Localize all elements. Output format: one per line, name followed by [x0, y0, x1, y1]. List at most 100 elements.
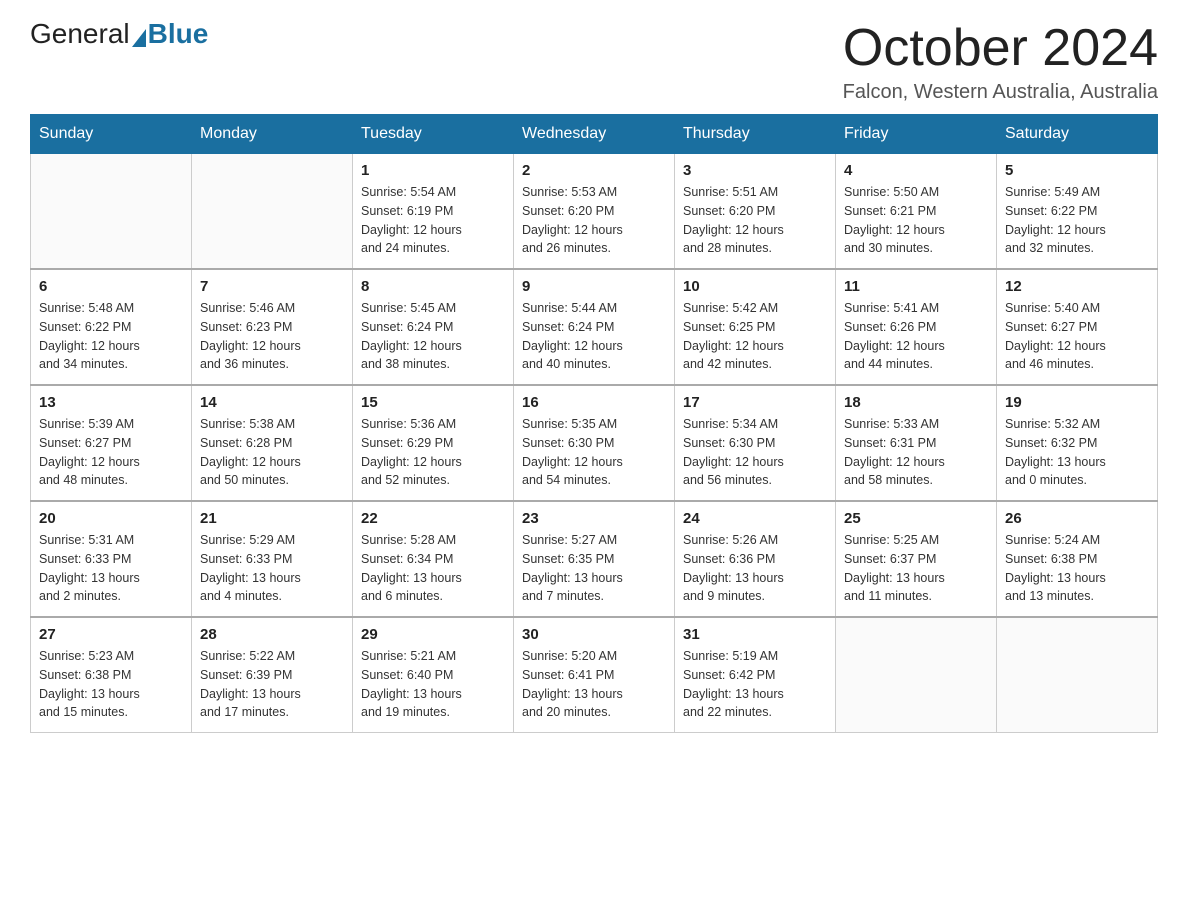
day-number: 2	[522, 162, 666, 179]
subtitle: Falcon, Western Australia, Australia	[843, 81, 1158, 104]
day-info: Sunrise: 5:40 AMSunset: 6:27 PMDaylight:…	[1005, 299, 1149, 374]
calendar-cell: 31Sunrise: 5:19 AMSunset: 6:42 PMDayligh…	[675, 617, 836, 733]
day-info: Sunrise: 5:31 AMSunset: 6:33 PMDaylight:…	[39, 531, 183, 606]
week-row-3: 13Sunrise: 5:39 AMSunset: 6:27 PMDayligh…	[31, 385, 1158, 501]
calendar-header-saturday: Saturday	[997, 115, 1158, 154]
day-number: 15	[361, 394, 505, 411]
day-info: Sunrise: 5:22 AMSunset: 6:39 PMDaylight:…	[200, 647, 344, 722]
calendar-header-tuesday: Tuesday	[353, 115, 514, 154]
day-number: 6	[39, 278, 183, 295]
day-number: 1	[361, 162, 505, 179]
week-row-2: 6 Sunrise: 5:48 AMSunset: 6:22 PMDaylight…	[31, 269, 1158, 385]
calendar-cell: 1Sunrise: 5:54 AMSunset: 6:19 PMDaylight…	[353, 154, 514, 270]
calendar-cell: 10Sunrise: 5:42 AMSunset: 6:25 PMDayligh…	[675, 269, 836, 385]
calendar-cell: 7Sunrise: 5:46 AMSunset: 6:23 PMDaylight…	[192, 269, 353, 385]
day-number: 20	[39, 510, 183, 527]
calendar-cell: 13Sunrise: 5:39 AMSunset: 6:27 PMDayligh…	[31, 385, 192, 501]
calendar-cell: 27 Sunrise: 5:23 AMSunset: 6:38 PMDayligh…	[31, 617, 192, 733]
week-row-5: 27 Sunrise: 5:23 AMSunset: 6:38 PMDayligh…	[31, 617, 1158, 733]
calendar-header-monday: Monday	[192, 115, 353, 154]
day-info: Sunrise: 5:29 AMSunset: 6:33 PMDaylight:…	[200, 531, 344, 606]
calendar-cell: 14 Sunrise: 5:38 AMSunset: 6:28 PMDayligh…	[192, 385, 353, 501]
day-number: 9	[522, 278, 666, 295]
calendar-cell: 9Sunrise: 5:44 AMSunset: 6:24 PMDaylight…	[514, 269, 675, 385]
day-number: 23	[522, 510, 666, 527]
calendar-cell: 22 Sunrise: 5:28 AMSunset: 6:34 PMDayligh…	[353, 501, 514, 617]
day-info: Sunrise: 5:45 AMSunset: 6:24 PMDaylight:…	[361, 299, 505, 374]
calendar-cell: 17 Sunrise: 5:34 AMSunset: 6:30 PMDayligh…	[675, 385, 836, 501]
day-info: Sunrise: 5:48 AMSunset: 6:22 PMDaylight:…	[39, 299, 183, 374]
day-info: Sunrise: 5:50 AMSunset: 6:21 PMDaylight:…	[844, 183, 988, 258]
calendar-cell: 3Sunrise: 5:51 AMSunset: 6:20 PMDaylight…	[675, 154, 836, 270]
day-info: Sunrise: 5:25 AMSunset: 6:37 PMDaylight:…	[844, 531, 988, 606]
day-info: Sunrise: 5:27 AMSunset: 6:35 PMDaylight:…	[522, 531, 666, 606]
day-info: Sunrise: 5:51 AMSunset: 6:20 PMDaylight:…	[683, 183, 827, 258]
calendar-cell	[997, 617, 1158, 733]
day-number: 7	[200, 278, 344, 295]
day-number: 12	[1005, 278, 1149, 295]
day-info: Sunrise: 5:34 AMSunset: 6:30 PMDaylight:…	[683, 415, 827, 490]
header: General Blue October 2024 Falcon, Wester…	[30, 20, 1158, 104]
day-info: Sunrise: 5:26 AMSunset: 6:36 PMDaylight:…	[683, 531, 827, 606]
calendar-header-row: SundayMondayTuesdayWednesdayThursdayFrid…	[31, 115, 1158, 154]
calendar-cell: 28 Sunrise: 5:22 AMSunset: 6:39 PMDayligh…	[192, 617, 353, 733]
day-number: 17	[683, 394, 827, 411]
calendar-cell: 19Sunrise: 5:32 AMSunset: 6:32 PMDayligh…	[997, 385, 1158, 501]
day-info: Sunrise: 5:21 AMSunset: 6:40 PMDaylight:…	[361, 647, 505, 722]
day-info: Sunrise: 5:36 AMSunset: 6:29 PMDaylight:…	[361, 415, 505, 490]
page-title: October 2024	[843, 20, 1158, 77]
calendar-cell	[836, 617, 997, 733]
calendar-cell: 6 Sunrise: 5:48 AMSunset: 6:22 PMDaylight…	[31, 269, 192, 385]
day-info: Sunrise: 5:28 AMSunset: 6:34 PMDaylight:…	[361, 531, 505, 606]
day-info: Sunrise: 5:42 AMSunset: 6:25 PMDaylight:…	[683, 299, 827, 374]
day-number: 18	[844, 394, 988, 411]
calendar-cell	[31, 154, 192, 270]
calendar-cell: 16Sunrise: 5:35 AMSunset: 6:30 PMDayligh…	[514, 385, 675, 501]
calendar-cell: 20 Sunrise: 5:31 AMSunset: 6:33 PMDayligh…	[31, 501, 192, 617]
day-number: 4	[844, 162, 988, 179]
calendar-cell: 2 Sunrise: 5:53 AMSunset: 6:20 PMDaylight…	[514, 154, 675, 270]
logo: General Blue	[30, 20, 208, 48]
day-number: 24	[683, 510, 827, 527]
week-row-1: 1Sunrise: 5:54 AMSunset: 6:19 PMDaylight…	[31, 154, 1158, 270]
day-number: 27	[39, 626, 183, 643]
day-number: 11	[844, 278, 988, 295]
calendar-cell: 4 Sunrise: 5:50 AMSunset: 6:21 PMDaylight…	[836, 154, 997, 270]
day-number: 25	[844, 510, 988, 527]
day-number: 28	[200, 626, 344, 643]
day-number: 29	[361, 626, 505, 643]
logo-triangle-icon	[132, 29, 146, 47]
day-info: Sunrise: 5:49 AMSunset: 6:22 PMDaylight:…	[1005, 183, 1149, 258]
calendar-header-sunday: Sunday	[31, 115, 192, 154]
calendar-cell: 21Sunrise: 5:29 AMSunset: 6:33 PMDayligh…	[192, 501, 353, 617]
day-number: 19	[1005, 394, 1149, 411]
calendar: SundayMondayTuesdayWednesdayThursdayFrid…	[30, 114, 1158, 733]
calendar-cell: 18 Sunrise: 5:33 AMSunset: 6:31 PMDayligh…	[836, 385, 997, 501]
day-number: 8	[361, 278, 505, 295]
calendar-cell: 23 Sunrise: 5:27 AMSunset: 6:35 PMDayligh…	[514, 501, 675, 617]
calendar-cell: 8 Sunrise: 5:45 AMSunset: 6:24 PMDaylight…	[353, 269, 514, 385]
week-row-4: 20 Sunrise: 5:31 AMSunset: 6:33 PMDayligh…	[31, 501, 1158, 617]
calendar-header-thursday: Thursday	[675, 115, 836, 154]
day-info: Sunrise: 5:53 AMSunset: 6:20 PMDaylight:…	[522, 183, 666, 258]
calendar-header-friday: Friday	[836, 115, 997, 154]
day-number: 30	[522, 626, 666, 643]
calendar-cell: 11 Sunrise: 5:41 AMSunset: 6:26 PMDayligh…	[836, 269, 997, 385]
logo-general-text: General	[30, 20, 130, 48]
day-number: 13	[39, 394, 183, 411]
day-info: Sunrise: 5:38 AMSunset: 6:28 PMDaylight:…	[200, 415, 344, 490]
logo-area: General Blue	[30, 20, 208, 48]
calendar-cell: 15 Sunrise: 5:36 AMSunset: 6:29 PMDayligh…	[353, 385, 514, 501]
calendar-cell	[192, 154, 353, 270]
day-info: Sunrise: 5:23 AMSunset: 6:38 PMDaylight:…	[39, 647, 183, 722]
calendar-cell: 26Sunrise: 5:24 AMSunset: 6:38 PMDayligh…	[997, 501, 1158, 617]
day-number: 26	[1005, 510, 1149, 527]
day-number: 16	[522, 394, 666, 411]
day-number: 22	[361, 510, 505, 527]
day-info: Sunrise: 5:20 AMSunset: 6:41 PMDaylight:…	[522, 647, 666, 722]
day-number: 5	[1005, 162, 1149, 179]
day-info: Sunrise: 5:33 AMSunset: 6:31 PMDaylight:…	[844, 415, 988, 490]
day-number: 14	[200, 394, 344, 411]
day-info: Sunrise: 5:41 AMSunset: 6:26 PMDaylight:…	[844, 299, 988, 374]
day-info: Sunrise: 5:19 AMSunset: 6:42 PMDaylight:…	[683, 647, 827, 722]
